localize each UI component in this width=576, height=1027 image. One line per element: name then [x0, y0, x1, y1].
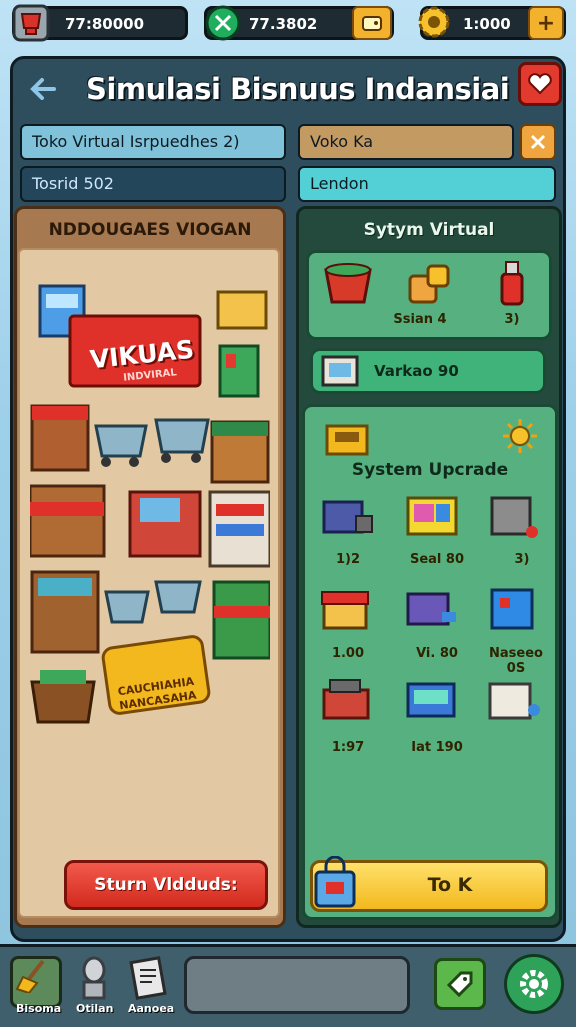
fridge-icon — [212, 580, 270, 660]
box-icon — [322, 416, 372, 460]
bottle-item[interactable] — [484, 258, 544, 308]
plus-icon: + — [536, 10, 556, 36]
upgrade-item[interactable] — [486, 492, 546, 542]
start-business-button[interactable]: Sturn Vldduds: — [64, 860, 268, 910]
vending-icon — [218, 344, 260, 398]
upgrade-label: 1:97 — [331, 740, 365, 755]
server-icon — [490, 496, 538, 538]
message-box — [184, 956, 410, 1014]
coins-item[interactable] — [402, 258, 462, 308]
resource-value: 1:000 — [463, 15, 511, 33]
cabinet-icon — [30, 570, 100, 654]
bucket-icon — [324, 263, 372, 304]
monitor-icon — [318, 350, 364, 392]
item-label: Ssian 4 — [393, 312, 447, 327]
cart-icon — [104, 590, 150, 624]
upgrade-item[interactable] — [402, 492, 462, 542]
add-energy-button[interactable]: + — [528, 6, 564, 40]
trophy-icon — [10, 2, 52, 44]
tab-label: Otilan — [76, 1002, 114, 1015]
computer-icon — [406, 682, 456, 718]
tag-icon — [446, 971, 473, 998]
statue-icon — [82, 956, 106, 1000]
close-button[interactable] — [520, 124, 556, 160]
favorite-button[interactable] — [518, 62, 562, 106]
upgrade-label: Vi. 80 — [416, 646, 458, 661]
wallet-icon — [362, 16, 382, 31]
appliance-icon — [488, 682, 540, 720]
tab-label: Aanoea — [128, 1002, 175, 1015]
shop-stall-icon — [321, 591, 369, 630]
gear-coin-icon — [414, 2, 454, 42]
basket-icon — [30, 670, 96, 724]
upgrade-label: 1)2 — [335, 552, 361, 567]
upgrade-item[interactable] — [318, 676, 378, 726]
shopping-bag-icon — [310, 854, 362, 912]
upgrade-label: Iat 190 — [411, 740, 463, 755]
upgrade-item[interactable] — [402, 676, 462, 726]
location-field[interactable]: Lendon — [298, 166, 556, 202]
back-button[interactable] — [26, 72, 60, 106]
item-label: 3) — [504, 312, 520, 327]
upgrade-label: 3) — [514, 552, 530, 567]
broom-icon — [15, 959, 45, 995]
bucket-item[interactable] — [320, 258, 380, 308]
cooler-icon — [490, 588, 534, 630]
upgrade-label: Seal 80 — [409, 552, 465, 567]
cart-icon — [94, 424, 148, 467]
upgrade-item[interactable] — [318, 584, 378, 634]
upgrade-item[interactable] — [486, 584, 546, 634]
add-gems-button[interactable] — [352, 6, 392, 40]
secondary-field[interactable]: Tosrid 502 — [20, 166, 286, 202]
box-icon — [216, 290, 268, 330]
settings-button[interactable] — [504, 954, 564, 1014]
close-icon — [530, 134, 546, 150]
tv-stand-icon — [128, 490, 202, 558]
coin-box-icon — [408, 264, 450, 304]
gear-icon — [520, 970, 548, 998]
arcade-icon — [406, 496, 458, 536]
store-panel-title: NDDOUGAES VIOGAN — [48, 220, 252, 240]
system-panel-title: Sytym Virtual — [363, 220, 495, 240]
cart-icon — [154, 418, 210, 463]
upgrade-item[interactable] — [318, 492, 378, 542]
document-icon — [129, 956, 167, 1000]
right-name-field[interactable]: Voko Ka — [298, 124, 514, 160]
upgrade-title: System Upcrade — [351, 460, 509, 480]
register-icon — [406, 592, 456, 626]
stall-icon — [30, 404, 90, 472]
kiosk-icon — [210, 420, 270, 484]
grill-icon — [322, 679, 370, 720]
tag-button[interactable] — [434, 958, 486, 1010]
shelf-icon — [208, 490, 270, 568]
tab-business[interactable] — [10, 956, 62, 1008]
tab-label: Bisoma — [16, 1002, 62, 1015]
heart-icon — [528, 73, 552, 95]
tab-citizens[interactable] — [70, 954, 118, 1002]
upgrade-label: 1.00 — [331, 646, 365, 661]
confirm-label: To K — [427, 874, 473, 896]
sun-icon — [500, 416, 540, 456]
bottle-icon — [500, 261, 524, 306]
shop-counter-icon — [30, 484, 106, 558]
wide-item-label: Varkao 90 — [374, 362, 459, 380]
upgrade-item[interactable] — [402, 584, 462, 634]
page-title: Simulasi Bisnuus Indansiai — [86, 72, 510, 106]
cart-icon — [154, 580, 202, 614]
printer-icon — [322, 500, 373, 534]
resource-value: 77.3802 — [249, 15, 318, 33]
arrow-left-icon — [30, 78, 56, 100]
gem-icon — [204, 4, 242, 42]
resource-value: 77:80000 — [65, 15, 145, 33]
upgrade-label: Naseeo 0S — [489, 646, 543, 676]
tab-stats[interactable] — [124, 954, 172, 1002]
store-name-field[interactable]: Toko Virtual Isrpuedhes 2) — [20, 124, 286, 160]
upgrade-item[interactable] — [486, 676, 546, 726]
